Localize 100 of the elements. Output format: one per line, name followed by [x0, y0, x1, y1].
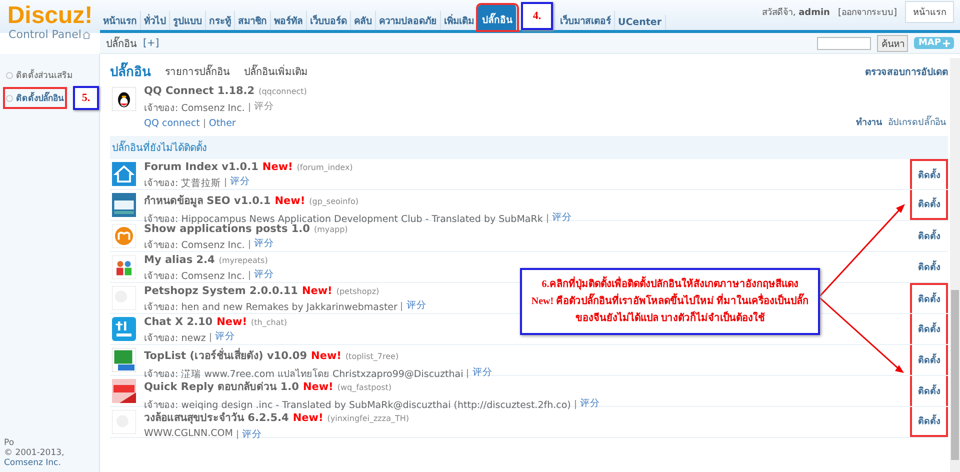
- install-link[interactable]: ติดตั้ง: [918, 384, 940, 398]
- plugin-name: Forum Index v1.0.1: [144, 161, 258, 173]
- rate-link[interactable]: 评分: [406, 299, 426, 314]
- plugin-name: วงล้อแสนสุขประจำวัน 6.2.5.4: [144, 411, 289, 426]
- owner-text: เจ้าของ: weiqing design .inc - Translated by SubMaRk@discuzthai (http://discuztest.2fh.co): [144, 399, 571, 412]
- section-header: ปลั๊กอินที่ยังไม่ได้ติดตั้ง: [110, 136, 948, 159]
- search-field[interactable]: [817, 36, 872, 50]
- owner-text: WWW.CGLNN.COM: [144, 428, 233, 441]
- search-button[interactable]: ค้นหา: [877, 34, 908, 52]
- rate-link[interactable]: 评分: [242, 428, 262, 441]
- logo-subtitle: Control Panel: [8, 28, 82, 41]
- nav-tab[interactable]: รูปแบบ: [170, 11, 206, 30]
- bullet-icon: [6, 94, 13, 102]
- plugin-icon: [112, 162, 136, 186]
- nav-tab[interactable]: ความปลอดภัย: [376, 11, 441, 30]
- nav-tab[interactable]: เว็บบอร์ด: [307, 11, 351, 30]
- owner-text: เจ้าของ: Comsenz Inc.: [144, 239, 245, 252]
- owner-text: เจ้าของ: Hippocampus News Application Development Club - Translated by SubMaRk: [144, 213, 543, 225]
- plugin-id: (wq_fastpost): [337, 383, 392, 392]
- penguin-icon: [112, 87, 136, 111]
- nav-tab[interactable]: เว็บมาสเตอร์: [557, 11, 615, 30]
- sidebar-item[interactable]: ติดตั้งส่วนเสริม: [5, 66, 74, 84]
- rate-link[interactable]: 评分: [580, 397, 600, 412]
- install-link[interactable]: ติดตั้ง: [918, 229, 940, 243]
- plugin-icon: [112, 348, 136, 372]
- company-link[interactable]: Comsenz Inc.: [4, 458, 61, 468]
- plugin-id: (myapp): [314, 225, 348, 234]
- owner-text: เจ้าของ: hen and new Remakes by Jakkarinwebmaster: [144, 301, 398, 314]
- owner-text: เจ้าของ: newz: [144, 332, 206, 345]
- rate-link[interactable]: 评分: [472, 366, 492, 381]
- plugin-icon: [112, 224, 136, 248]
- owner-text: เจ้าของ: 淽瑞 www.7ree.com แปลไทยโดย Christxzapro99@Discuzthai: [144, 367, 464, 381]
- rate-link[interactable]: 评分: [552, 211, 572, 226]
- plugin-name: กำหนดข้อมูล SEO v1.0.1: [144, 194, 271, 209]
- nav-tab[interactable]: หน้าแรก: [100, 11, 141, 30]
- rate-text: 评分: [254, 100, 274, 114]
- rate-link[interactable]: 评分: [230, 175, 250, 190]
- breadcrumb: ปลั๊กอิน: [106, 36, 137, 50]
- plugin-name: TopList (เวอร์ชั่นเสี่ยตัง) v10.09: [144, 347, 308, 364]
- new-label: New!: [216, 316, 248, 328]
- install-link[interactable]: ติดตั้ง: [918, 353, 940, 367]
- new-label: New!: [292, 412, 324, 424]
- rate-link[interactable]: 评分: [254, 268, 274, 283]
- plugin-menu-link[interactable]: รายการปลั๊กอิน: [165, 64, 230, 78]
- page-title: ปลั๊กอิน: [110, 60, 151, 82]
- plugin-id: (qqconnect): [258, 87, 307, 96]
- home-icon: [82, 30, 92, 38]
- nav-tab[interactable]: พอร์ทัล: [271, 11, 307, 30]
- bullet-icon: [6, 72, 13, 78]
- plugin-id: (forum_index): [296, 163, 353, 172]
- plugin-id: (gp_seoinfo): [309, 197, 359, 206]
- plugin-name: QQ Connect 1.18.2: [144, 85, 255, 97]
- nav-tab[interactable]: สมาชิก: [235, 11, 271, 30]
- callout-note: 6.คลิกที่ปุ่มติดตั้งเพื่อติดตั้งปลักอินให้สังเกตภาษาอังกฤษสีแดง New! คือตัวปลั๊กอินที่เราอัพโหลดขึ้นไปใหม่ ที่มาในเครื่องเป็นปลั๊กของจีนยังไม่ได้แปล บางตัวก็ไม่จำเป็นต้องใช้: [520, 268, 820, 335]
- plugin-link[interactable]: QQ connect: [144, 118, 200, 129]
- nav-tab[interactable]: คลับ: [351, 11, 376, 30]
- plugin-name: My alias 2.4: [144, 254, 215, 266]
- step-label: 5.: [73, 86, 99, 110]
- add-link[interactable]: [+]: [143, 38, 160, 48]
- greeting: สวัสดีจ้า, admin: [762, 6, 830, 19]
- scrollbar[interactable]: [950, 58, 960, 472]
- copyright-text: © 2001-2013,: [4, 448, 64, 458]
- plugin-icon: [112, 410, 136, 434]
- nav-tab[interactable]: ทั่วไป: [141, 11, 170, 30]
- plugin-link[interactable]: Other: [208, 118, 236, 129]
- install-link[interactable]: ติดตั้ง: [918, 322, 940, 336]
- logout-link[interactable]: [ออกจากระบบ]: [838, 5, 897, 19]
- new-label: New!: [302, 285, 332, 297]
- nav-tab[interactable]: ปลั๊กอิน: [478, 5, 517, 30]
- plugin-icon: [112, 379, 136, 403]
- sidebar-item[interactable]: ติดตั้งปลั๊กอิน: [5, 89, 65, 107]
- plugin-name: Chat X 2.10: [144, 316, 213, 328]
- install-link[interactable]: ติดตั้ง: [918, 260, 940, 274]
- rate-link[interactable]: 评分: [214, 330, 235, 345]
- plugin-action-link[interactable]: อัปเกรดปลั๊กอิน: [888, 115, 946, 129]
- new-label: New!: [311, 350, 342, 362]
- nav-tab[interactable]: UCenter: [615, 15, 666, 30]
- home-button[interactable]: หน้าแรก: [905, 1, 954, 23]
- owner-text: เจ้าของ: 艾普拉斯: [144, 177, 222, 190]
- new-label: New!: [262, 161, 293, 173]
- check-update-link[interactable]: ตรวจสอบการอัปเดต: [865, 64, 948, 78]
- new-label: New!: [302, 381, 334, 393]
- plugin-name: Show applications posts 1.0: [144, 223, 310, 235]
- plugin-name: Petshopz System 2.0.0.11: [144, 285, 298, 297]
- new-label: New!: [274, 195, 306, 207]
- plugin-icon: [112, 255, 136, 279]
- plugin-menu-link[interactable]: ปลั๊กอินเพิ่มเติม: [244, 64, 308, 78]
- owner-text: เจ้าของ: Comsenz Inc.: [144, 270, 245, 283]
- plugin-icon: [112, 317, 136, 341]
- plugin-icon: [112, 286, 136, 310]
- powered-text: Po: [4, 438, 16, 448]
- owner-text: เจ้าของ: Comsenz Inc.: [144, 102, 245, 115]
- plugin-action-link[interactable]: ทำงาน: [856, 115, 882, 129]
- plugin-id: (yinxingfei_zzza_TH): [327, 414, 410, 423]
- step-label: 4.: [521, 2, 553, 30]
- plugin-id: (myrepeats): [218, 256, 268, 265]
- plugin-name: Quick Reply ตอบกลับด่วน 1.0: [144, 380, 299, 395]
- nav-tab[interactable]: กระทู้: [206, 11, 235, 30]
- rate-link[interactable]: 评分: [254, 237, 274, 252]
- plugin-id: (toplist_7ree): [345, 352, 399, 361]
